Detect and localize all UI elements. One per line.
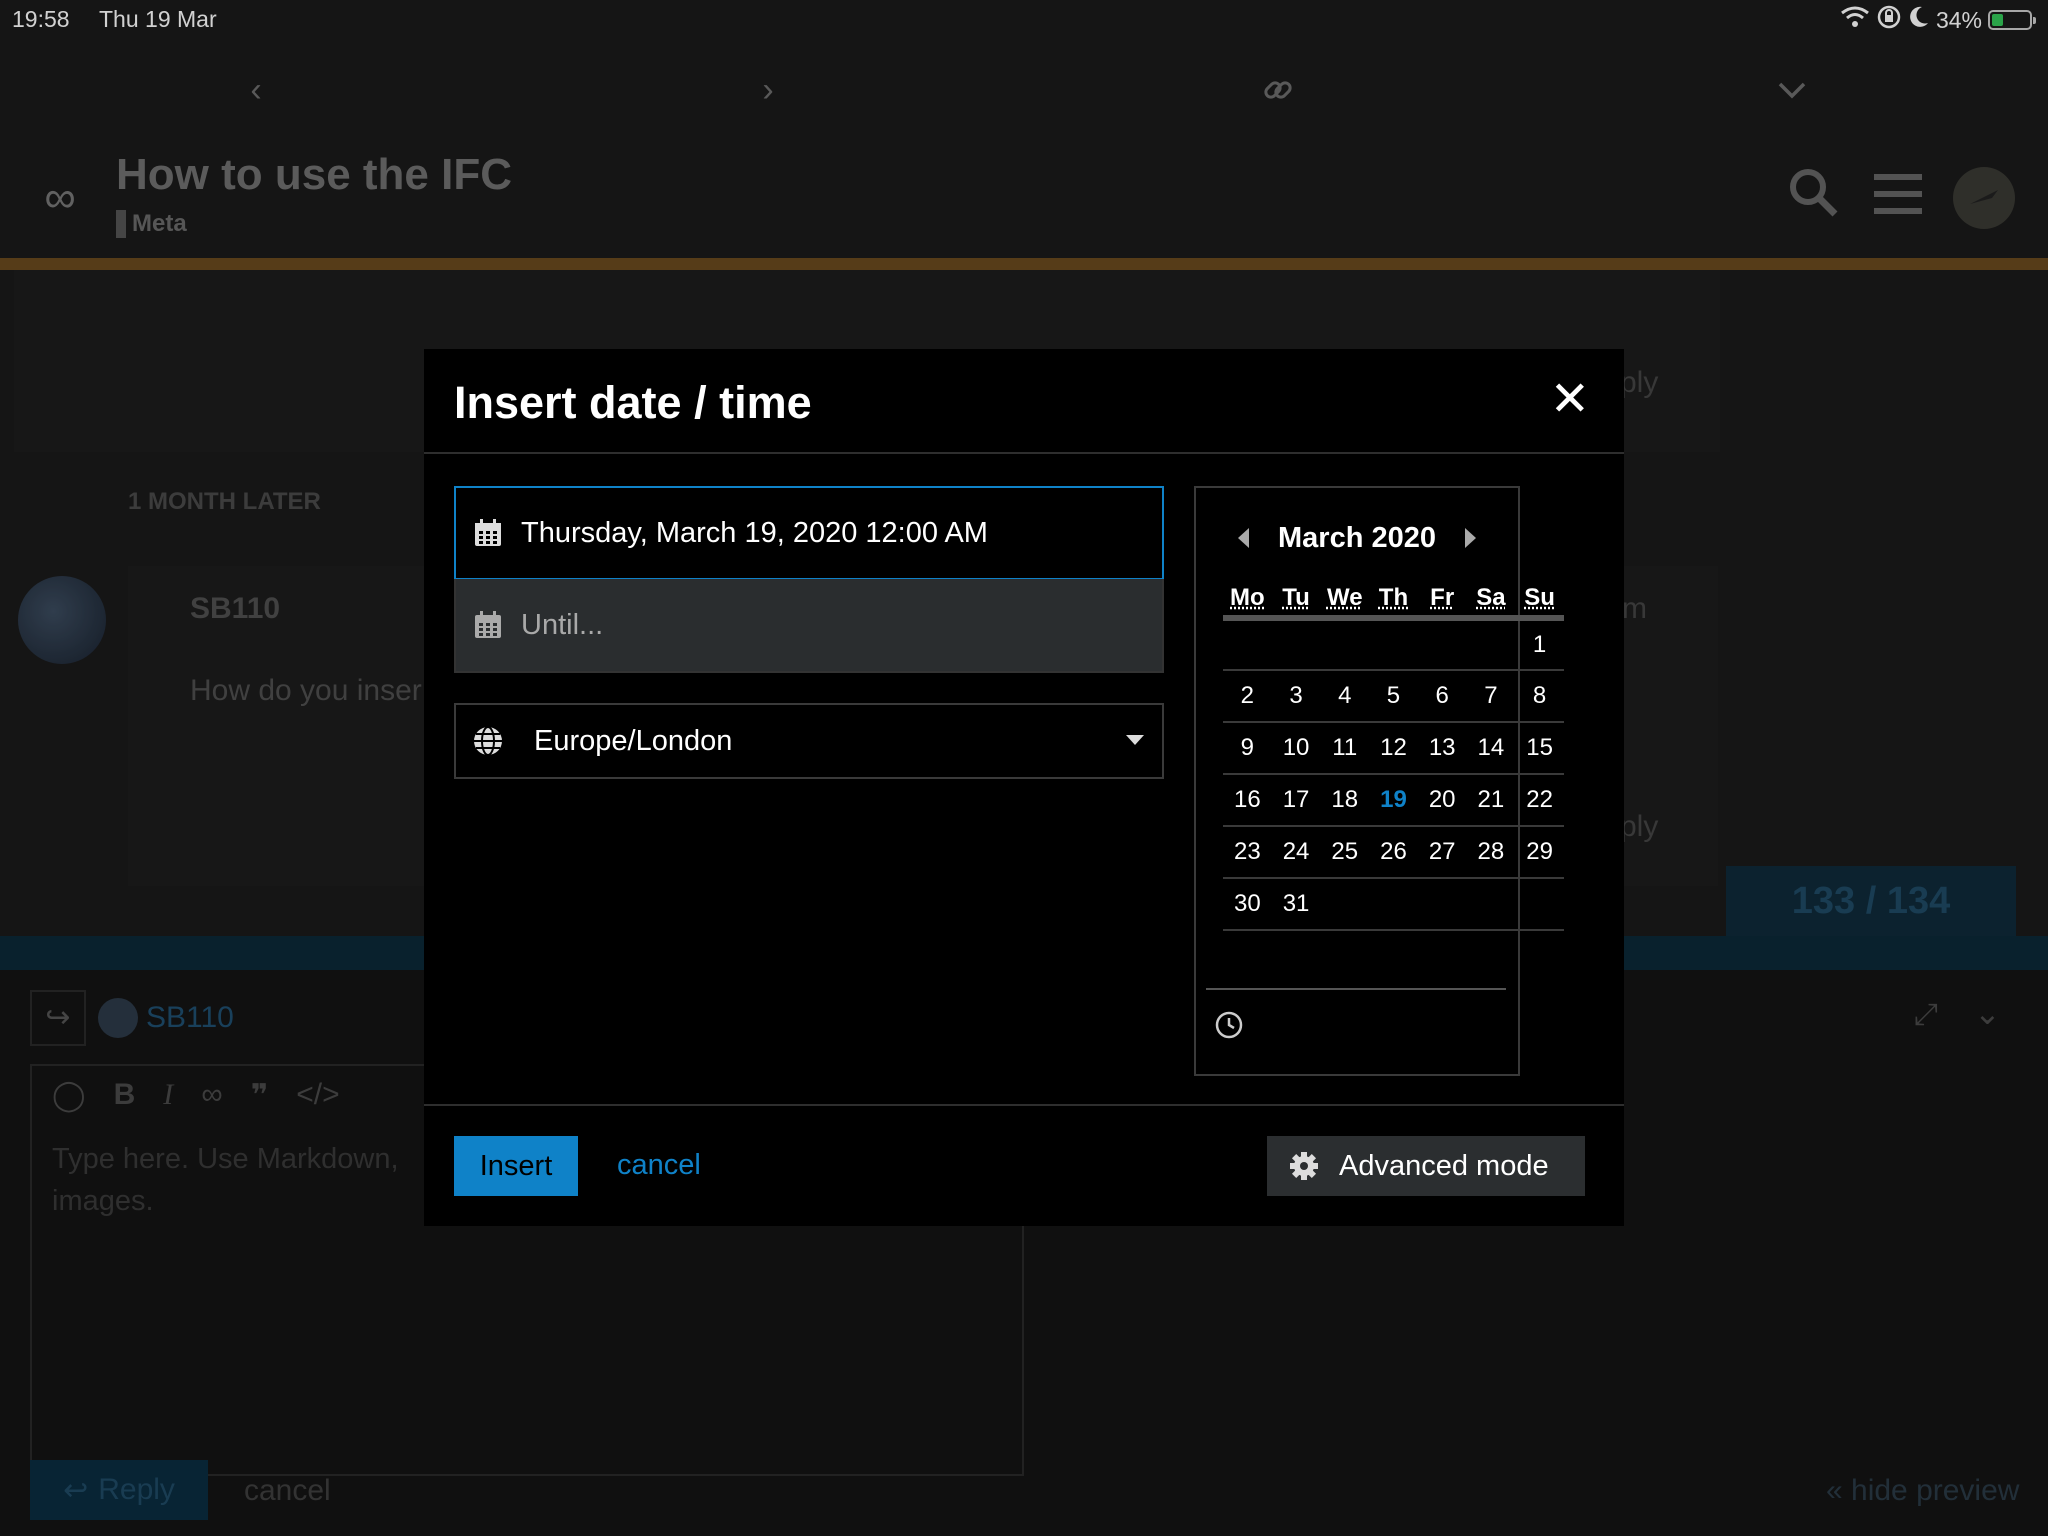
calendar-day[interactable]: 22 [1515,774,1564,827]
calendar-day[interactable]: 30 [1223,878,1272,931]
calendar-day[interactable]: 2 [1223,670,1272,723]
from-date-value: Thursday, March 19, 2020 12:00 AM [521,516,988,549]
calendar-day[interactable]: 16 [1223,774,1272,827]
insert-button[interactable]: Insert [454,1136,578,1196]
modal-title: Insert date / time [454,377,812,428]
calendar-empty-cell [1223,618,1272,671]
calendar-day[interactable]: 1 [1515,618,1564,671]
picker-header: March 2020 [1196,518,1518,558]
globe-icon [472,725,504,757]
date-picker: March 2020 Mo Tu We Th Fr Sa Su 12345678… [1194,486,1564,1076]
next-month-icon[interactable] [1465,528,1476,548]
weekday-label: Mo [1223,582,1272,621]
close-icon[interactable]: ✕ [1550,371,1590,427]
timezone-value: Europe/London [534,724,733,757]
calendar-day[interactable]: 24 [1271,826,1321,879]
picker-divider [1206,988,1506,990]
weekday-label: Sa [1466,582,1516,621]
calendar-day[interactable]: 14 [1466,722,1516,775]
caret-down-icon [1126,735,1144,745]
modal-header: Insert date / time ✕ [424,349,1624,454]
calendar-week: 9 10 11 12 13 14 15 [1223,722,1564,775]
calendar-icon [473,610,503,640]
timezone-select[interactable]: Europe/London [454,703,1164,779]
calendar-day[interactable]: 8 [1515,670,1564,723]
calendar-days: 1 2 3 4 5 6 7 8 9 10 11 12 13 14 15 16 17 18 19 20 21 22 23 24 2… [1223,618,1564,931]
calendar-day[interactable]: 17 [1271,774,1321,827]
weekday-label: Tu [1271,582,1321,621]
calendar-day[interactable]: 29 [1515,826,1564,879]
calendar-day[interactable]: 27 [1417,826,1467,879]
calendar-week: 2345678 [1223,670,1564,723]
calendar-day[interactable]: 7 [1466,670,1516,723]
calendar-day[interactable]: 19 [1369,774,1418,827]
calendar-empty-cell [1369,878,1418,931]
until-date-placeholder: Until... [521,608,604,641]
until-date-input[interactable]: Until... [454,579,1164,673]
weekday-label: We [1320,582,1370,621]
calendar-day[interactable]: 26 [1369,826,1418,879]
calendar-empty-cell [1320,618,1370,671]
weekday-label: Su [1515,582,1564,621]
calendar-day[interactable]: 20 [1417,774,1467,827]
weekday-row: Mo Tu We Th Fr Sa Su [1223,582,1564,621]
calendar-day[interactable]: 15 [1515,722,1564,775]
calendar-day[interactable]: 28 [1466,826,1516,879]
calendar-day[interactable]: 11 [1320,722,1370,775]
calendar-empty-cell [1320,878,1370,931]
calendar-empty-cell [1466,878,1516,931]
advanced-mode-label: Advanced mode [1339,1149,1549,1182]
calendar-day[interactable]: 12 [1369,722,1418,775]
weekday-label: Th [1369,582,1418,621]
from-date-input[interactable]: Thursday, March 19, 2020 12:00 AM [454,486,1164,580]
calendar-day[interactable]: 18 [1320,774,1370,827]
calendar-day[interactable]: 5 [1369,670,1418,723]
calendar-icon [473,518,503,548]
calendar-week: 30 31 [1223,878,1564,931]
calendar-week: 23 24 25 26 27 28 29 [1223,826,1564,879]
calendar-grid: Mo Tu We Th Fr Sa Su 1 2 3 4 5 6 7 8 9 10 11 12 13 14… [1223,582,1564,931]
calendar-day[interactable]: 9 [1223,722,1272,775]
cancel-link[interactable]: cancel [617,1149,701,1182]
calendar-day[interactable]: 13 [1417,722,1467,775]
weekday-label: Fr [1417,582,1467,621]
calendar-day[interactable]: 25 [1320,826,1370,879]
insert-date-modal: Insert date / time ✕ Thursday, March 19,… [424,349,1624,1226]
calendar-day[interactable]: 10 [1271,722,1321,775]
calendar-empty-cell [1515,878,1564,931]
calendar-empty-cell [1271,618,1321,671]
calendar-empty-cell [1369,618,1418,671]
clock-icon[interactable] [1214,1010,1244,1040]
calendar-week: 16 17 18 19 20 21 22 [1223,774,1564,827]
calendar-day[interactable]: 21 [1466,774,1516,827]
calendar-empty-cell [1417,878,1467,931]
gear-icon [1289,1151,1319,1181]
calendar-day[interactable]: 23 [1223,826,1272,879]
calendar-day[interactable]: 3 [1271,670,1321,723]
calendar-day[interactable]: 4 [1320,670,1370,723]
calendar-week: 1 [1223,618,1564,671]
modal-footer-divider [424,1104,1624,1106]
calendar-day[interactable]: 31 [1271,878,1321,931]
advanced-mode-button[interactable]: Advanced mode [1267,1136,1585,1196]
calendar-empty-cell [1417,618,1467,671]
calendar-day[interactable]: 6 [1417,670,1467,723]
calendar-empty-cell [1466,618,1516,671]
